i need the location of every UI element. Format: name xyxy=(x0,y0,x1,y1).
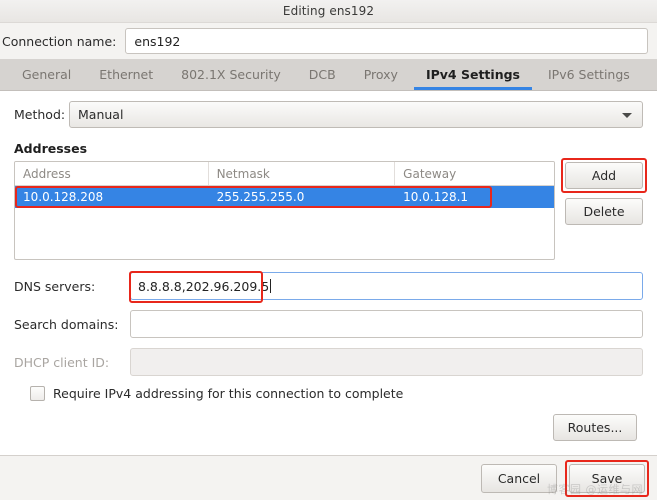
method-row: Method: Manual xyxy=(14,101,643,128)
tab-dcb[interactable]: DCB xyxy=(295,59,350,90)
delete-button[interactable]: Delete xyxy=(565,198,643,225)
connection-name-row: Connection name: ens192 xyxy=(0,23,657,59)
routes-button[interactable]: Routes... xyxy=(553,414,637,441)
tab-8021x-security[interactable]: 802.1X Security xyxy=(167,59,295,90)
dhcp-client-id-input xyxy=(130,348,643,376)
tab-proxy[interactable]: Proxy xyxy=(350,59,412,90)
search-domains-row: Search domains: xyxy=(14,310,643,338)
add-button-wrapper: Add xyxy=(561,158,647,193)
table-row[interactable]: 10.0.128.208 255.255.255.0 10.0.128.1 xyxy=(15,186,554,208)
addresses-buttons: Add Delete xyxy=(561,158,647,225)
column-header-netmask: Netmask xyxy=(209,162,396,185)
window-title: Editing ens192 xyxy=(282,4,375,18)
chevron-down-icon xyxy=(622,112,632,118)
method-selected-value: Manual xyxy=(78,107,124,122)
save-button[interactable]: Save xyxy=(569,463,645,493)
dhcp-client-id-label: DHCP client ID: xyxy=(14,354,110,370)
require-ipv4-label: Require IPv4 addressing for this connect… xyxy=(53,386,404,401)
tab-ipv6-settings[interactable]: IPv6 Settings xyxy=(534,59,644,90)
addresses-section-label: Addresses xyxy=(14,141,88,156)
search-domains-label: Search domains: xyxy=(14,316,119,332)
cancel-button[interactable]: Cancel xyxy=(481,463,557,493)
addresses-table[interactable]: Address Netmask Gateway 10.0.128.208 255… xyxy=(14,161,555,260)
settings-tab-bar: General Ethernet 802.1X Security DCB Pro… xyxy=(0,59,657,91)
editing-connection-dialog: Editing ens192 Connection name: ens192 G… xyxy=(0,0,657,500)
text-cursor xyxy=(270,279,272,293)
addresses-area: Address Netmask Gateway 10.0.128.208 255… xyxy=(14,158,647,260)
dns-servers-value: 8.8.8.8,202.96.209.5 xyxy=(138,278,270,294)
dhcp-client-id-row: DHCP client ID: xyxy=(14,348,643,376)
dns-servers-row: DNS servers: 8.8.8.8,202.96.209.5 xyxy=(14,271,643,303)
save-button-wrapper: Save xyxy=(565,459,649,497)
cell-gateway: 10.0.128.1 xyxy=(403,190,469,204)
cell-address: 10.0.128.208 xyxy=(23,190,104,204)
connection-name-input[interactable]: ens192 xyxy=(125,28,648,54)
column-header-address: Address xyxy=(15,162,209,185)
search-domains-input[interactable] xyxy=(130,310,643,338)
add-button[interactable]: Add xyxy=(565,162,643,189)
method-label: Method: xyxy=(14,107,66,122)
table-header-row: Address Netmask Gateway xyxy=(15,162,554,186)
require-ipv4-checkbox[interactable] xyxy=(30,386,45,401)
routes-row: Routes... xyxy=(14,414,643,441)
tab-general[interactable]: General xyxy=(8,59,85,90)
dns-servers-label: DNS servers: xyxy=(14,278,96,294)
title-bar: Editing ens192 xyxy=(0,0,657,23)
cell-netmask: 255.255.255.0 xyxy=(216,190,305,204)
require-ipv4-row[interactable]: Require IPv4 addressing for this connect… xyxy=(30,386,643,401)
tab-ipv4-settings[interactable]: IPv4 Settings xyxy=(412,59,534,90)
method-combobox[interactable]: Manual xyxy=(69,101,643,128)
dialog-action-bar: Cancel Save 博客园 @运维与网 xyxy=(0,456,657,500)
connection-name-label: Connection name: xyxy=(2,33,117,49)
dns-servers-input[interactable]: 8.8.8.8,202.96.209.5 xyxy=(129,271,643,303)
ipv4-settings-panel: Method: Manual Addresses Address Netmask… xyxy=(0,91,657,456)
tab-ethernet[interactable]: Ethernet xyxy=(85,59,167,90)
column-header-gateway: Gateway xyxy=(403,166,457,181)
